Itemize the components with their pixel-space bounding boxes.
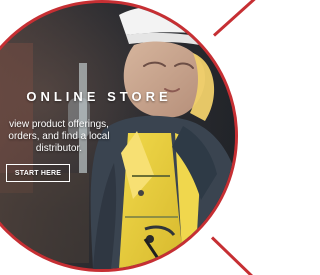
start-here-button[interactable]: START HERE	[6, 164, 70, 182]
online-store-title: ONLINE STORE	[26, 89, 172, 104]
online-store-promo-card: ONLINE STORE view product offerings, ord…	[0, 0, 271, 275]
online-store-description: view product offerings, orders, and find…	[8, 119, 110, 154]
